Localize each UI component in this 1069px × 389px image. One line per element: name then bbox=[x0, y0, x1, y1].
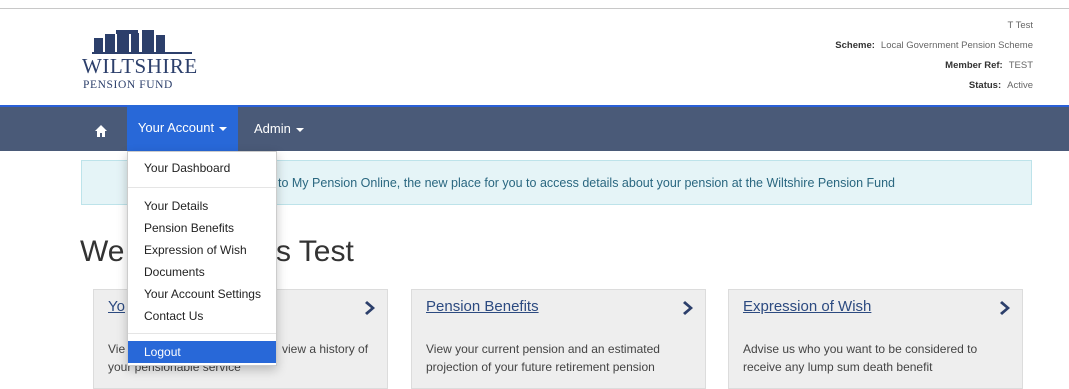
caret-down-icon bbox=[295, 127, 304, 132]
caret-down-icon bbox=[219, 126, 228, 131]
logo-text-pension-fund: PENSION FUND bbox=[83, 79, 173, 91]
card-title[interactable]: Yo bbox=[108, 298, 125, 315]
wiltshire-logo[interactable]: WILTSHIRE PENSION FUND bbox=[82, 28, 202, 96]
card-description: Advise us who you want to be considered … bbox=[743, 342, 978, 374]
menu-item-logout[interactable]: Logout bbox=[128, 341, 276, 363]
member-name: T Test bbox=[1007, 20, 1033, 31]
menu-item-expression-of-wish[interactable]: Expression of Wish bbox=[128, 239, 276, 261]
nav-home-button[interactable] bbox=[88, 119, 114, 141]
chevron-right-icon[interactable] bbox=[1000, 300, 1012, 316]
menu-item-your-account-settings[interactable]: Your Account Settings bbox=[128, 283, 276, 305]
menu-item-documents[interactable]: Documents bbox=[128, 261, 276, 283]
welcome-heading: We s Test bbox=[80, 235, 354, 268]
alert-text: to My Pension Online, the new place for … bbox=[278, 176, 896, 190]
card-title[interactable]: Pension Benefits bbox=[426, 298, 539, 315]
your-account-dropdown-menu: Your Dashboard Your Details Pension Bene… bbox=[127, 151, 277, 366]
chevron-right-icon[interactable] bbox=[683, 300, 695, 316]
member-info: T Test Scheme: Local Government Pension S… bbox=[835, 16, 1033, 96]
menu-divider bbox=[128, 187, 276, 188]
card-pension-benefits[interactable]: Pension Benefits View your current pensi… bbox=[411, 289, 706, 389]
member-ref: Member Ref: TEST bbox=[945, 60, 1033, 71]
card-description: View your current pension and an estimat… bbox=[426, 342, 660, 374]
menu-item-your-details[interactable]: Your Details bbox=[128, 195, 276, 217]
chevron-right-icon[interactable] bbox=[365, 300, 377, 316]
member-scheme: Scheme: Local Government Pension Scheme bbox=[835, 40, 1033, 51]
home-icon bbox=[95, 125, 107, 137]
top-divider bbox=[0, 8, 1069, 9]
menu-item-contact-us[interactable]: Contact Us bbox=[128, 305, 276, 327]
card-title[interactable]: Expression of Wish bbox=[743, 298, 871, 315]
nav-your-account-dropdown[interactable]: Your Account bbox=[127, 105, 238, 151]
menu-item-pension-benefits[interactable]: Pension Benefits bbox=[128, 217, 276, 239]
logo-text-wiltshire: WILTSHIRE bbox=[82, 54, 198, 78]
main-navbar: Your Account Admin bbox=[0, 105, 1069, 151]
nav-admin-dropdown[interactable]: Admin bbox=[254, 107, 304, 151]
member-status: Status: Active bbox=[968, 80, 1033, 91]
stonehenge-icon bbox=[92, 30, 192, 54]
menu-item-your-dashboard[interactable]: Your Dashboard bbox=[128, 157, 276, 179]
card-expression-of-wish[interactable]: Expression of Wish Advise us who you wan… bbox=[728, 289, 1023, 389]
menu-divider bbox=[128, 333, 276, 334]
